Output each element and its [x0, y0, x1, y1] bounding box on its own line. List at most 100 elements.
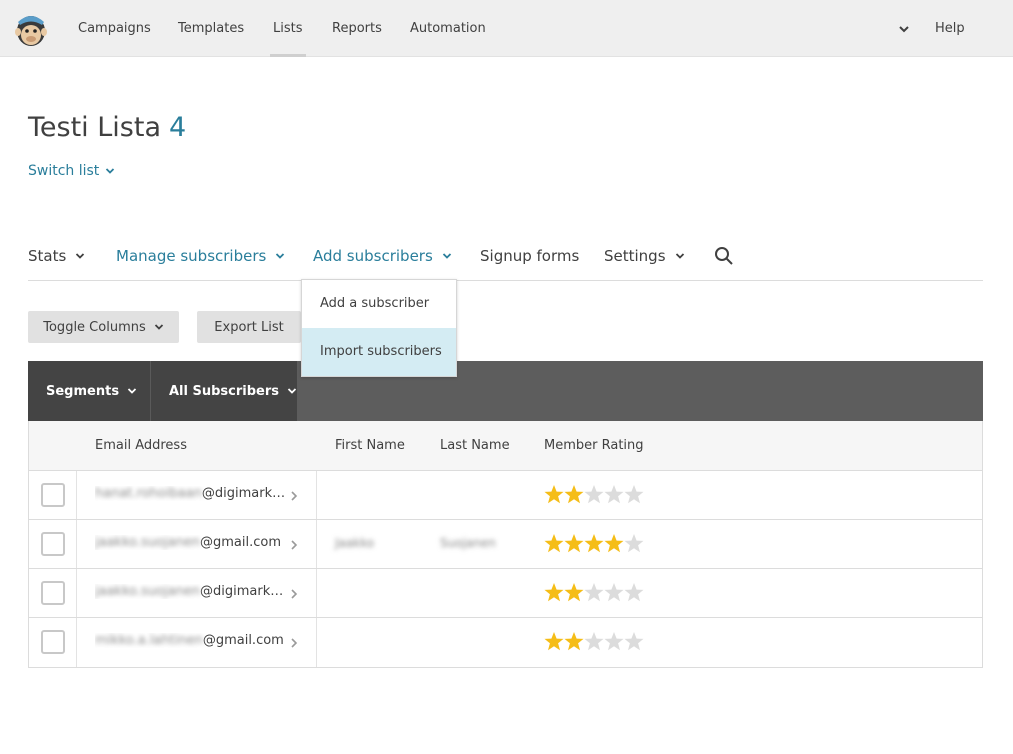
email-domain: @digimarkkinointi.fi	[200, 584, 288, 599]
chevron-right-icon[interactable]	[289, 490, 299, 502]
nav-campaigns[interactable]: Campaigns	[78, 0, 151, 57]
last-name-cell: Suojanen	[440, 536, 496, 550]
table-row: jaakko.suojanen@digimarkkinointi.fi	[29, 569, 982, 618]
nav-automation[interactable]: Automation	[410, 0, 486, 57]
member-rating-stars	[544, 581, 644, 603]
chevron-down-icon	[276, 253, 285, 259]
star-empty-icon	[604, 485, 624, 504]
add-a-subscriber-item[interactable]: Add a subscriber	[302, 280, 456, 328]
star-filled-icon	[564, 632, 584, 651]
chevron-right-icon[interactable]	[289, 539, 299, 551]
member-rating-stars	[544, 483, 644, 505]
column-member-rating[interactable]: Member Rating	[544, 438, 644, 453]
star-filled-icon	[584, 534, 604, 553]
top-navigation: Campaigns Templates Lists Reports Automa…	[0, 0, 1013, 57]
add-subscribers-label: Add subscribers	[313, 247, 433, 265]
segment-bar: Segments All Subscribers	[28, 361, 983, 421]
star-empty-icon	[584, 583, 604, 602]
email-domain: @gmail.com	[200, 535, 282, 550]
segments-dropdown[interactable]: Segments	[28, 361, 150, 421]
chevron-right-icon[interactable]	[289, 637, 299, 649]
subscriber-email[interactable]: hanat.rohoibaan@digimarkkinointi.fi	[95, 486, 288, 501]
star-filled-icon	[604, 534, 624, 553]
search-icon[interactable]	[714, 246, 734, 266]
subscribers-table: Email Address First Name Last Name Membe…	[28, 421, 983, 668]
column-first-name[interactable]: First Name	[335, 438, 405, 453]
table-row: hanat.rohoibaan@digimarkkinointi.fi	[29, 471, 982, 520]
add-subscribers-menu[interactable]: Add subscribers	[313, 247, 452, 265]
table-row: jaakko.suojanen@gmail.com Jaakko Suojanen	[29, 520, 982, 569]
list-subnav: Stats Manage subscribers Add subscribers…	[28, 236, 983, 281]
toggle-columns-label: Toggle Columns	[43, 319, 146, 335]
email-local-part: hanat.rohoibaan	[95, 486, 202, 501]
stats-label: Stats	[28, 247, 67, 265]
star-empty-icon	[584, 632, 604, 651]
add-subscribers-dropdown: Add a subscriber Import subscribers	[301, 279, 457, 377]
chevron-down-icon	[442, 253, 451, 259]
export-list-label: Export List	[214, 319, 284, 335]
chevron-down-icon	[675, 253, 684, 259]
star-filled-icon	[544, 485, 564, 504]
nav-templates[interactable]: Templates	[178, 0, 244, 57]
all-subscribers-label: All Subscribers	[169, 383, 280, 399]
email-domain: @digimarkkinointi.fi	[201, 486, 288, 501]
table-header: Email Address First Name Last Name Membe…	[29, 421, 982, 471]
star-filled-icon	[544, 583, 564, 602]
column-last-name[interactable]: Last Name	[440, 438, 510, 453]
export-list-button[interactable]: Export List	[197, 311, 301, 343]
manage-subscribers-label: Manage subscribers	[116, 247, 267, 265]
page-title: Testi Lista 4	[28, 112, 186, 143]
star-filled-icon	[544, 534, 564, 553]
switch-list-label: Switch list	[28, 163, 100, 179]
switch-list-link[interactable]: Switch list	[28, 163, 115, 179]
column-email-address[interactable]: Email Address	[95, 438, 187, 453]
account-menu-chevron-icon[interactable]	[897, 22, 911, 36]
chevron-down-icon	[287, 388, 297, 394]
signup-forms-label: Signup forms	[480, 247, 580, 265]
stats-menu[interactable]: Stats	[28, 247, 85, 265]
import-subscribers-item[interactable]: Import subscribers	[302, 328, 456, 376]
row-checkbox[interactable]	[41, 532, 65, 556]
signup-forms-link[interactable]: Signup forms	[480, 247, 579, 265]
row-checkbox[interactable]	[41, 581, 65, 605]
star-empty-icon	[624, 534, 644, 553]
toggle-columns-button[interactable]: Toggle Columns	[28, 311, 179, 343]
segments-label: Segments	[46, 383, 120, 399]
settings-label: Settings	[604, 247, 666, 265]
nav-reports[interactable]: Reports	[332, 0, 382, 57]
star-empty-icon	[624, 632, 644, 651]
star-empty-icon	[604, 583, 624, 602]
all-subscribers-dropdown[interactable]: All Subscribers	[150, 361, 297, 421]
nav-lists[interactable]: Lists	[270, 0, 305, 57]
table-row: mikko.a.lahtinen@gmail.com	[29, 618, 982, 667]
star-filled-icon	[564, 485, 584, 504]
manage-subscribers-menu[interactable]: Manage subscribers	[116, 247, 285, 265]
chevron-down-icon	[76, 253, 85, 259]
member-rating-stars	[544, 630, 644, 652]
subscriber-email[interactable]: jaakko.suojanen@digimarkkinointi.fi	[95, 584, 288, 599]
chevron-right-icon[interactable]	[289, 588, 299, 600]
star-empty-icon	[624, 583, 644, 602]
star-filled-icon	[564, 583, 584, 602]
email-domain: @gmail.com	[202, 633, 284, 648]
chevron-down-icon	[127, 388, 137, 394]
email-local-part: mikko.a.lahtinen	[95, 633, 203, 648]
member-rating-stars	[544, 532, 644, 554]
row-checkbox[interactable]	[41, 483, 65, 507]
settings-menu[interactable]: Settings	[604, 247, 685, 265]
row-checkbox[interactable]	[41, 630, 65, 654]
subscriber-email[interactable]: jaakko.suojanen@gmail.com	[95, 535, 288, 550]
nav-help[interactable]: Help	[935, 0, 965, 57]
email-local-part: jaakko.suojanen	[95, 584, 201, 599]
star-empty-icon	[604, 632, 624, 651]
subscriber-count: 4	[169, 112, 187, 143]
chevron-down-icon	[106, 168, 115, 174]
list-name: Testi Lista	[28, 112, 161, 143]
star-empty-icon	[584, 485, 604, 504]
star-empty-icon	[624, 485, 644, 504]
star-filled-icon	[544, 632, 564, 651]
first-name-cell: Jaakko	[335, 536, 375, 550]
mailchimp-logo-icon[interactable]	[13, 10, 49, 48]
subscriber-email[interactable]: mikko.a.lahtinen@gmail.com	[95, 633, 288, 648]
chevron-down-icon	[154, 324, 163, 330]
